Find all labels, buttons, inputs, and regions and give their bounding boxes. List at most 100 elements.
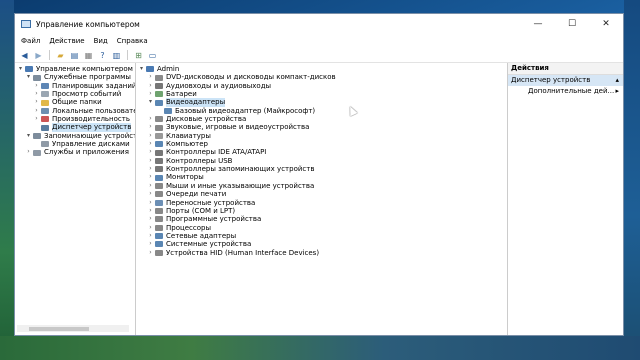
nav-tree-item[interactable]: › Производительность bbox=[15, 115, 135, 123]
device-tree-item[interactable]: › DVD-дисководы и дисководы компакт-диско… bbox=[136, 73, 507, 81]
expand-arrow-icon[interactable]: › bbox=[33, 82, 40, 90]
nav-tree-item[interactable]: › Общие папки bbox=[15, 98, 135, 106]
device-tree-label: Процессоры bbox=[166, 223, 212, 232]
close-button[interactable]: ✕ bbox=[589, 14, 623, 34]
expand-arrow-icon[interactable]: › bbox=[147, 240, 154, 248]
view-icon[interactable]: ▥ bbox=[111, 50, 122, 60]
expand-arrow-icon[interactable]: › bbox=[147, 173, 154, 181]
expand-arrow-icon[interactable]: › bbox=[147, 82, 154, 90]
expand-arrow-icon[interactable]: › bbox=[147, 224, 154, 232]
device-tree-item[interactable]: › Устройства HID (Human Interface Devices… bbox=[136, 249, 507, 257]
navigation-tree-pane[interactable]: ▾ Управление компьютером (л ▾ Служебные про… bbox=[15, 63, 136, 335]
nav-tree-item[interactable]: › Просмотр событий bbox=[15, 90, 135, 98]
expand-arrow-icon[interactable]: › bbox=[33, 107, 40, 115]
menu-help[interactable]: Справка bbox=[117, 37, 148, 45]
node-icon bbox=[41, 99, 49, 106]
expand-arrow-icon[interactable]: ▾ bbox=[138, 65, 145, 73]
device-tree-item[interactable]: › Контроллеры запоминающих устройств bbox=[136, 165, 507, 173]
expand-arrow-icon[interactable]: › bbox=[25, 148, 32, 156]
more-actions-label: Дополнительные дей... bbox=[528, 87, 615, 95]
expand-arrow-icon[interactable]: › bbox=[147, 199, 154, 207]
device-tree-item[interactable]: › Дисковые устройства bbox=[136, 115, 507, 123]
expand-arrow-icon[interactable]: › bbox=[147, 207, 154, 215]
title-bar[interactable]: Управление компьютером — ☐ ✕ bbox=[15, 14, 623, 34]
expand-arrow-icon[interactable]: › bbox=[33, 98, 40, 106]
expand-arrow-icon[interactable]: ▾ bbox=[147, 98, 154, 106]
device-tree-item[interactable]: ▾ Видеоадаптеры bbox=[136, 98, 507, 107]
device-tree-item[interactable]: › Сетевые адаптеры bbox=[136, 232, 507, 240]
more-actions-item[interactable]: Дополнительные дей... ▸ bbox=[508, 86, 623, 97]
device-tree-pane[interactable]: ▾ Admin › DVD-дисководы и дисководы компакт… bbox=[136, 63, 508, 335]
maximize-button[interactable]: ☐ bbox=[555, 14, 589, 34]
expand-arrow-icon[interactable]: › bbox=[147, 73, 154, 81]
device-tree-item[interactable]: › Системные устройства bbox=[136, 240, 507, 248]
device-tree-item[interactable]: ▾ Admin bbox=[136, 65, 507, 73]
device-tree-item[interactable]: Базовый видеоадаптер (Майкрософт) bbox=[136, 107, 507, 115]
device-tree-item[interactable]: › Очереди печати bbox=[136, 190, 507, 198]
scan-hardware-icon[interactable]: ⊞ bbox=[133, 50, 144, 60]
expand-arrow-icon[interactable]: › bbox=[147, 140, 154, 148]
actions-section-device-manager[interactable]: Диспетчер устройств ▴ bbox=[508, 75, 623, 86]
forward-arrow-icon[interactable]: ▶ bbox=[33, 50, 44, 60]
nav-tree-item[interactable]: › Службы и приложения bbox=[15, 148, 135, 156]
expand-arrow-icon[interactable]: › bbox=[147, 232, 154, 240]
expand-arrow-icon[interactable]: › bbox=[147, 215, 154, 223]
monitor-icon[interactable]: ▭ bbox=[147, 50, 158, 60]
expand-arrow-icon[interactable]: › bbox=[147, 132, 154, 140]
expand-arrow-icon[interactable]: › bbox=[147, 165, 154, 173]
device-tree-item[interactable]: › Батареи bbox=[136, 90, 507, 98]
device-tree-item[interactable]: › Мониторы bbox=[136, 173, 507, 181]
device-tree-item[interactable]: › Переносные устройства bbox=[136, 199, 507, 207]
menu-file[interactable]: Файл bbox=[21, 37, 40, 45]
expand-arrow-icon[interactable]: ▾ bbox=[25, 73, 32, 81]
device-tree-item[interactable]: › Программные устройства bbox=[136, 215, 507, 223]
expand-arrow-icon[interactable]: › bbox=[33, 90, 40, 98]
nav-tree-item[interactable]: ▾ Служебные программы bbox=[15, 73, 135, 81]
expand-arrow-icon[interactable]: › bbox=[147, 123, 154, 131]
expand-arrow-icon[interactable]: › bbox=[33, 115, 40, 123]
device-tree-label: Мониторы bbox=[166, 173, 204, 182]
device-tree-item[interactable]: › Звуковые, игровые и видеоустройства bbox=[136, 123, 507, 131]
collapse-arrow-icon[interactable]: ▴ bbox=[615, 75, 619, 86]
device-tree-item[interactable]: › Порты (COM и LPT) bbox=[136, 207, 507, 215]
nav-tree-item[interactable]: › Локальные пользовате bbox=[15, 107, 135, 115]
expand-arrow-icon[interactable]: › bbox=[147, 115, 154, 123]
properties-icon[interactable]: ▦ bbox=[83, 50, 94, 60]
actions-pane: Действия Диспетчер устройств ▴ Дополните… bbox=[508, 63, 623, 335]
device-tree-item[interactable]: › Контроллеры USB bbox=[136, 157, 507, 165]
device-tree-item[interactable]: › Компьютер bbox=[136, 140, 507, 148]
expand-arrow-icon[interactable]: ▾ bbox=[25, 132, 32, 140]
device-tree-item[interactable]: › Процессоры bbox=[136, 224, 507, 232]
nav-tree-item[interactable]: Диспетчер устройств bbox=[15, 123, 135, 132]
nav-tree-label: Просмотр событий bbox=[52, 90, 122, 99]
device-tree-item[interactable]: › Аудиовходы и аудиовыходы bbox=[136, 82, 507, 90]
menu-action[interactable]: Действие bbox=[49, 37, 84, 45]
expand-arrow-icon[interactable]: › bbox=[147, 190, 154, 198]
device-tree-item[interactable]: › Клавиатуры bbox=[136, 132, 507, 140]
expand-arrow-icon[interactable]: ▾ bbox=[17, 65, 24, 73]
folder-up-icon[interactable]: ▰ bbox=[55, 50, 66, 60]
help-icon[interactable]: ? bbox=[97, 50, 108, 60]
expand-arrow-icon[interactable]: › bbox=[147, 90, 154, 98]
toolbar-separator bbox=[49, 50, 50, 60]
node-icon bbox=[41, 91, 49, 98]
device-tree-label: Звуковые, игровые и видеоустройства bbox=[166, 123, 310, 132]
nav-tree-label: Производительность bbox=[52, 115, 130, 124]
back-arrow-icon[interactable]: ◀ bbox=[19, 50, 30, 60]
nav-tree-item[interactable]: ▾ Управление компьютером (л bbox=[15, 65, 135, 73]
nav-tree-item[interactable]: ▾ Запоминающие устройств bbox=[15, 132, 135, 140]
horizontal-scrollbar[interactable] bbox=[17, 325, 129, 332]
expand-arrow-icon[interactable]: › bbox=[147, 249, 154, 257]
expand-arrow-icon[interactable]: › bbox=[147, 148, 154, 156]
node-icon bbox=[155, 141, 163, 148]
show-hide-tree-icon[interactable]: ▤ bbox=[69, 50, 80, 60]
menu-view[interactable]: Вид bbox=[94, 37, 108, 45]
expand-arrow-icon[interactable]: › bbox=[147, 182, 154, 190]
expand-arrow-icon[interactable]: › bbox=[147, 157, 154, 165]
nav-tree-item[interactable]: › Планировщик заданий bbox=[15, 82, 135, 90]
nav-tree-item[interactable]: Управление дисками bbox=[15, 140, 135, 148]
device-tree-item[interactable]: › Мыши и иные указывающие устройства bbox=[136, 182, 507, 190]
minimize-button[interactable]: — bbox=[521, 14, 555, 34]
scrollbar-thumb[interactable] bbox=[29, 326, 89, 331]
device-tree-item[interactable]: › Контроллеры IDE ATA/ATAPI bbox=[136, 148, 507, 156]
